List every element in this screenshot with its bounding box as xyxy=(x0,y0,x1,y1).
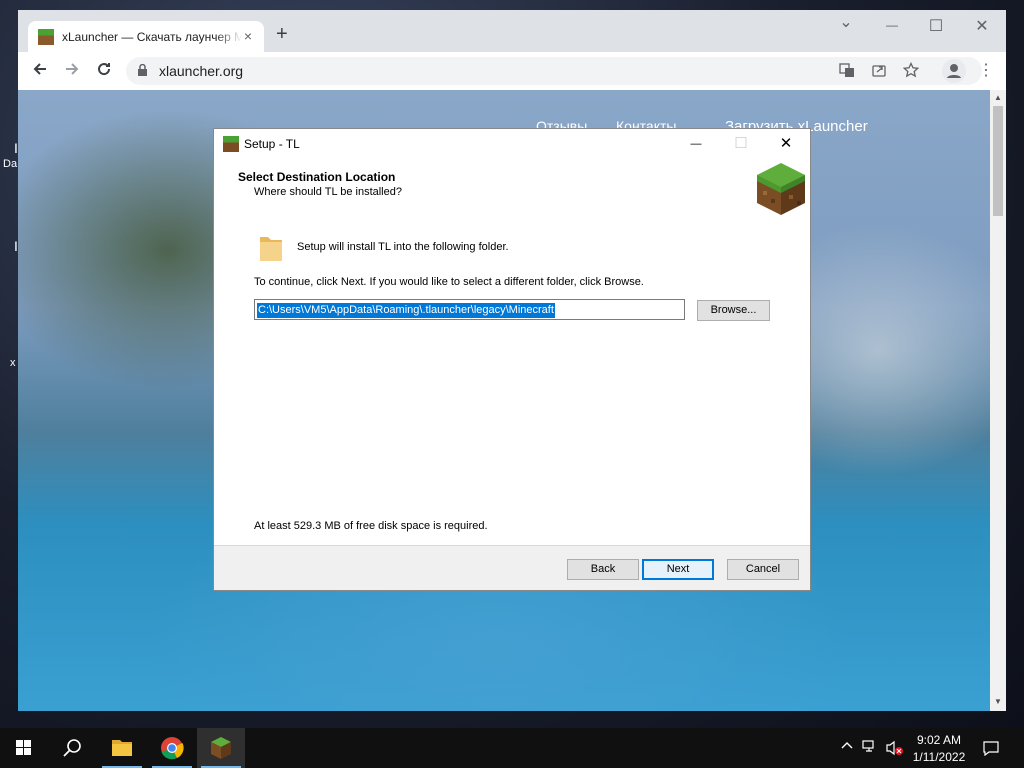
notification-icon[interactable] xyxy=(983,740,999,759)
dialog-maximize-button: ☐ xyxy=(734,135,748,152)
continue-instructions: To continue, click Next. If you would li… xyxy=(254,276,644,288)
close-tab-icon[interactable]: × xyxy=(240,28,256,44)
dialog-footer: Back Next Cancel xyxy=(214,546,810,590)
search-icon[interactable] xyxy=(48,728,96,768)
chevron-up-icon[interactable] xyxy=(839,740,855,755)
clock-date[interactable]: 1/11/2022 xyxy=(906,750,972,764)
dialog-header: Select Destination Location Where should… xyxy=(214,159,810,217)
grass-block-icon xyxy=(38,29,54,45)
chrome-icon[interactable] xyxy=(148,728,196,768)
next-button[interactable]: Next xyxy=(642,559,714,580)
back-arrow-icon[interactable] xyxy=(29,60,51,82)
network-icon[interactable] xyxy=(862,740,878,757)
header-subtitle: Where should TL be installed? xyxy=(254,186,402,198)
browse-button[interactable]: Browse... xyxy=(697,300,770,321)
maximize-button[interactable]: ☐ xyxy=(926,16,946,36)
clock-time[interactable]: 9:02 AM xyxy=(906,733,972,747)
translate-icon[interactable] xyxy=(838,62,856,80)
header-title: Select Destination Location xyxy=(238,170,396,184)
address-bar[interactable]: xlauncher.org xyxy=(126,57,982,85)
folder-icon xyxy=(260,237,282,261)
desktop-icon-label: Da xyxy=(3,158,18,170)
reload-icon[interactable] xyxy=(93,60,115,82)
share-icon[interactable] xyxy=(870,62,888,80)
install-description: Setup will install TL into the following… xyxy=(297,241,509,253)
back-button[interactable]: Back xyxy=(567,559,639,580)
minecraft-grass-block-icon xyxy=(757,163,805,215)
file-explorer-icon[interactable] xyxy=(98,728,146,768)
start-icon[interactable] xyxy=(0,728,48,768)
volume-muted-icon[interactable] xyxy=(886,740,903,759)
desktop-icon-label: x xyxy=(10,357,16,369)
scroll-thumb[interactable] xyxy=(993,106,1003,216)
minimize-button[interactable]: — xyxy=(882,18,902,32)
dialog-title: Setup - TL xyxy=(244,137,300,151)
page-scrollbar[interactable]: ▲ ▼ xyxy=(990,90,1006,711)
scroll-down-icon[interactable]: ▼ xyxy=(993,697,1003,706)
dialog-body: Setup will install TL into the following… xyxy=(214,217,810,545)
dialog-close-button[interactable]: ✕ xyxy=(766,133,806,155)
bookmark-star-icon[interactable] xyxy=(902,61,920,80)
url-text: xlauncher.org xyxy=(159,63,244,79)
menu-kebab-icon[interactable]: ⋮ xyxy=(978,60,994,80)
tlauncher-icon[interactable] xyxy=(197,728,245,768)
browser-tab[interactable]: xLauncher — Скачать лаунчер Майнкрафт × xyxy=(28,21,264,52)
tab-title: xLauncher — Скачать лаунчер Майнкрафт xyxy=(62,30,242,44)
taskbar: 9:02 AM 1/11/2022 xyxy=(0,728,1024,768)
cancel-button[interactable]: Cancel xyxy=(727,559,799,580)
new-tab-button[interactable]: + xyxy=(276,24,288,44)
profile-avatar-icon[interactable] xyxy=(942,59,966,83)
dialog-minimize-button[interactable]: — xyxy=(676,133,716,155)
disk-space-text: At least 529.3 MB of free disk space is … xyxy=(254,520,488,532)
scroll-up-icon[interactable]: ▲ xyxy=(993,93,1003,102)
tab-search-icon[interactable]: ⌄ xyxy=(836,12,856,32)
dialog-titlebar[interactable]: Setup - TL — ☐ ✕ xyxy=(214,129,810,159)
setup-dialog: Setup - TL — ☐ ✕ Select Destination Loca… xyxy=(213,128,811,591)
browser-toolbar: xlauncher.org ⋮ xyxy=(18,52,1006,90)
destination-path-input[interactable]: C:\Users\VM5\AppData\Roaming\.tlauncher\… xyxy=(254,299,685,320)
lock-icon xyxy=(138,64,147,76)
forward-arrow-icon[interactable] xyxy=(61,60,83,82)
path-value: C:\Users\VM5\AppData\Roaming\.tlauncher\… xyxy=(257,303,555,318)
grass-block-icon xyxy=(223,136,239,152)
close-window-button[interactable]: ✕ xyxy=(972,16,992,36)
tab-strip: xLauncher — Скачать лаунчер Майнкрафт × … xyxy=(18,10,1006,52)
